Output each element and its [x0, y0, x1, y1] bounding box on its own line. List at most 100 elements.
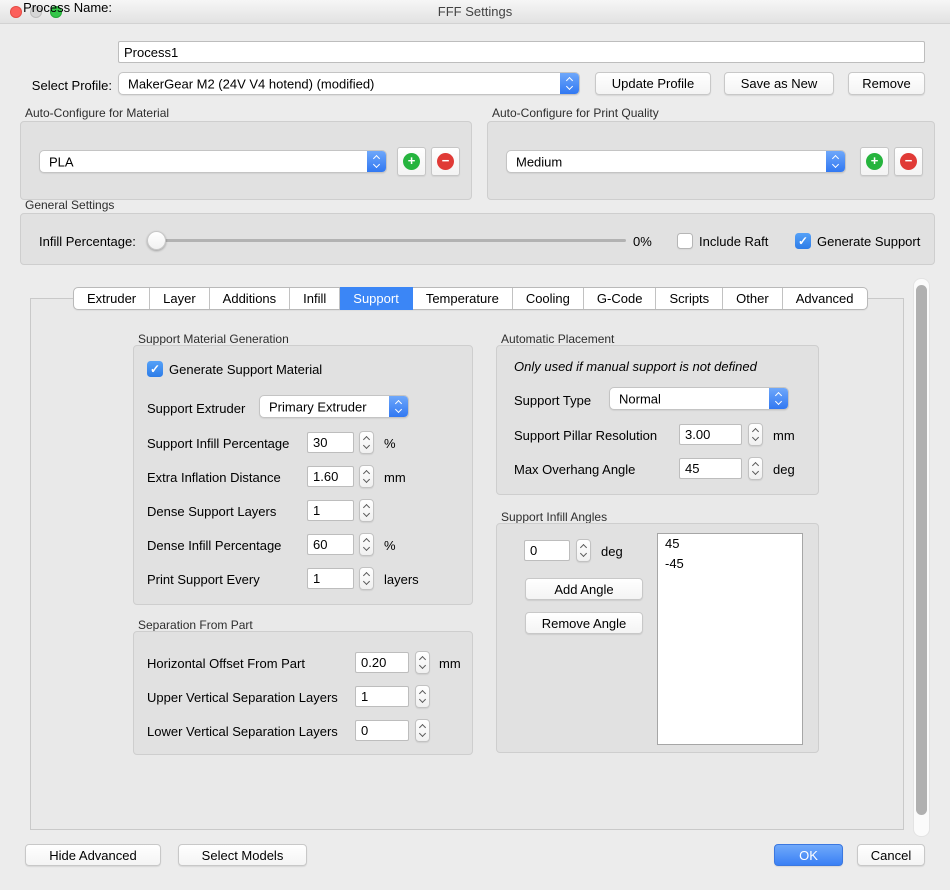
support-extruder-dropdown[interactable]: Primary Extruder — [259, 395, 409, 418]
include-raft-label: Include Raft — [699, 234, 768, 249]
extra-inflation-distance-field[interactable] — [307, 466, 354, 487]
tab-advanced[interactable]: Advanced — [783, 288, 867, 309]
auto-placement-group: Only used if manual support is not defin… — [496, 345, 819, 495]
include-raft-checkbox[interactable] — [677, 233, 693, 249]
tab-layer[interactable]: Layer — [150, 288, 210, 309]
chevron-down-icon — [363, 476, 370, 483]
angle-input-field[interactable] — [524, 540, 570, 561]
dense-support-layers-stepper[interactable] — [359, 499, 374, 522]
dropdown-arrows-icon — [367, 151, 386, 172]
generate-support-checkbox[interactable]: ✓ — [795, 233, 811, 249]
quality-value: Medium — [516, 154, 562, 169]
infill-angles-listbox[interactable]: 45 -45 — [657, 533, 803, 745]
tab-scripts[interactable]: Scripts — [656, 288, 723, 309]
max-overhang-angle-field[interactable] — [679, 458, 742, 479]
quality-dropdown[interactable]: Medium — [506, 150, 846, 173]
support-type-label: Support Type — [514, 393, 591, 408]
tab-other[interactable]: Other — [723, 288, 783, 309]
cancel-button[interactable]: Cancel — [857, 844, 925, 866]
lower-vertical-separation-label: Lower Vertical Separation Layers — [147, 724, 338, 739]
chevron-down-icon — [419, 696, 426, 703]
support-extruder-label: Support Extruder — [147, 401, 245, 416]
auto-quality-group: Medium + − — [487, 121, 935, 200]
infill-angles-group: deg Add Angle Remove Angle 45 -45 — [496, 523, 819, 753]
angle-input-stepper[interactable] — [576, 539, 591, 562]
dense-infill-percentage-stepper[interactable] — [359, 533, 374, 556]
dense-infill-percentage-field[interactable] — [307, 534, 354, 555]
chevron-down-icon — [363, 578, 370, 585]
lower-vertical-separation-stepper[interactable] — [415, 719, 430, 742]
max-overhang-angle-unit: deg — [773, 462, 795, 477]
tab-infill[interactable]: Infill — [290, 288, 340, 309]
support-infill-percentage-unit: % — [384, 436, 396, 451]
slider-thumb[interactable] — [147, 231, 166, 250]
support-pillar-resolution-stepper[interactable] — [748, 423, 763, 446]
auto-placement-note: Only used if manual support is not defin… — [514, 359, 757, 374]
chevron-down-icon — [580, 550, 587, 557]
support-generation-title: Support Material Generation — [138, 332, 289, 346]
print-support-every-stepper[interactable] — [359, 567, 374, 590]
dropdown-arrows-icon — [769, 388, 788, 409]
extra-inflation-distance-stepper[interactable] — [359, 465, 374, 488]
support-type-dropdown[interactable]: Normal — [609, 387, 789, 410]
tab-extruder[interactable]: Extruder — [74, 288, 150, 309]
save-as-new-button[interactable]: Save as New — [724, 72, 834, 95]
remove-profile-button[interactable]: Remove — [848, 72, 925, 95]
lower-vertical-separation-field[interactable] — [355, 720, 409, 741]
hide-advanced-button[interactable]: Hide Advanced — [25, 844, 161, 866]
upper-vertical-separation-stepper[interactable] — [415, 685, 430, 708]
tab-support[interactable]: Support — [340, 287, 413, 310]
support-generation-group: ✓ Generate Support Material Support Extr… — [133, 345, 473, 605]
ok-button[interactable]: OK — [774, 844, 843, 866]
generate-support-material-checkbox[interactable]: ✓ — [147, 361, 163, 377]
auto-quality-title: Auto-Configure for Print Quality — [492, 106, 659, 120]
add-angle-button[interactable]: Add Angle — [525, 578, 643, 600]
select-models-button[interactable]: Select Models — [178, 844, 307, 866]
list-item[interactable]: -45 — [658, 554, 802, 574]
vertical-scrollbar[interactable] — [913, 278, 930, 837]
horizontal-offset-stepper[interactable] — [415, 651, 430, 674]
support-extruder-value: Primary Extruder — [269, 399, 367, 414]
update-profile-button[interactable]: Update Profile — [595, 72, 711, 95]
process-name-input[interactable] — [118, 41, 925, 63]
support-infill-percentage-stepper[interactable] — [359, 431, 374, 454]
tab-additions[interactable]: Additions — [210, 288, 290, 309]
support-pillar-resolution-field[interactable] — [679, 424, 742, 445]
select-profile-dropdown[interactable]: MakerGear M2 (24V V4 hotend) (modified) — [118, 72, 580, 95]
list-item[interactable]: 45 — [658, 534, 802, 554]
tab-temperature[interactable]: Temperature — [413, 288, 513, 309]
print-support-every-field[interactable] — [307, 568, 354, 589]
dense-support-layers-label: Dense Support Layers — [147, 504, 276, 519]
minus-icon: − — [437, 153, 454, 170]
general-settings-group: Infill Percentage: 0% Include Raft ✓ Gen… — [20, 213, 935, 265]
max-overhang-angle-stepper[interactable] — [748, 457, 763, 480]
horizontal-offset-field[interactable] — [355, 652, 409, 673]
tab-gcode[interactable]: G-Code — [584, 288, 657, 309]
material-add-button[interactable]: + — [397, 147, 426, 176]
quality-add-button[interactable]: + — [860, 147, 889, 176]
scrollbar-thumb[interactable] — [916, 285, 927, 815]
tab-cooling[interactable]: Cooling — [513, 288, 584, 309]
support-infill-percentage-label: Support Infill Percentage — [147, 436, 289, 451]
chevron-down-icon — [363, 510, 370, 517]
dropdown-arrows-icon — [560, 73, 579, 94]
auto-material-title: Auto-Configure for Material — [25, 106, 169, 120]
dense-infill-percentage-label: Dense Infill Percentage — [147, 538, 281, 553]
select-profile-label: Select Profile: — [0, 78, 112, 93]
quality-remove-button[interactable]: − — [894, 147, 923, 176]
chevron-down-icon — [363, 442, 370, 449]
dropdown-arrows-icon — [389, 396, 408, 417]
material-dropdown[interactable]: PLA — [39, 150, 387, 173]
material-remove-button[interactable]: − — [431, 147, 460, 176]
window-title: FFF Settings — [0, 0, 950, 24]
upper-vertical-separation-field[interactable] — [355, 686, 409, 707]
dense-support-layers-field[interactable] — [307, 500, 354, 521]
material-value: PLA — [49, 154, 74, 169]
support-type-value: Normal — [619, 391, 661, 406]
infill-percentage-slider[interactable] — [153, 239, 626, 242]
support-infill-percentage-field[interactable] — [307, 432, 354, 453]
infill-percentage-value: 0% — [633, 234, 652, 249]
settings-tab-bar: Extruder Layer Additions Infill Support … — [73, 287, 868, 310]
remove-angle-button[interactable]: Remove Angle — [525, 612, 643, 634]
dropdown-arrows-icon — [826, 151, 845, 172]
